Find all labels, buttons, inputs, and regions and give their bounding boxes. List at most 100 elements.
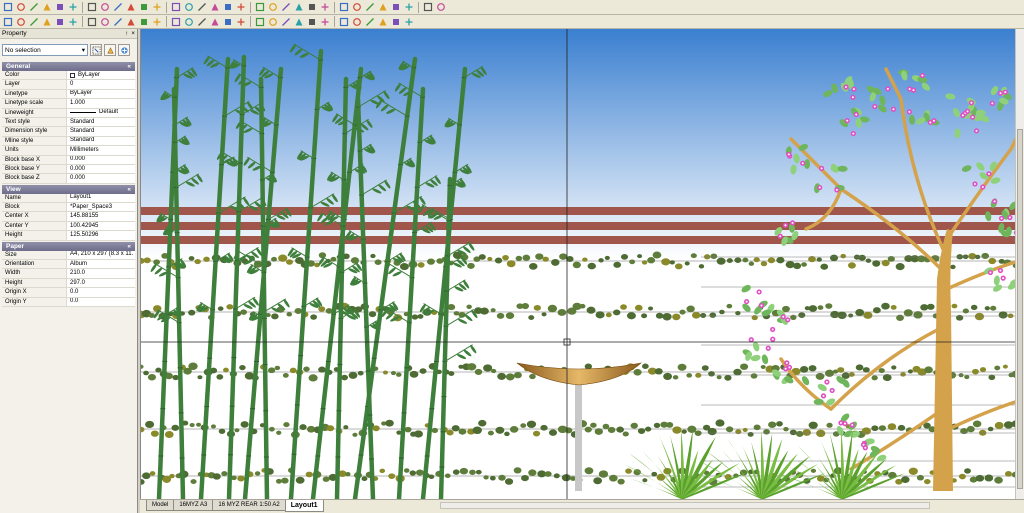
vertical-scroll-thumb[interactable] — [1017, 129, 1023, 489]
quick-select-button[interactable] — [104, 44, 116, 56]
properties-button[interactable] — [267, 1, 279, 13]
property-value[interactable]: 1.000 — [67, 99, 135, 108]
ellipse-button[interactable] — [67, 16, 79, 28]
property-row[interactable]: Origin X 0.0 — [2, 288, 135, 298]
hatch-button[interactable] — [293, 1, 305, 13]
property-row[interactable]: Size A4, 210 x 297 (8.3 x 11. — [2, 250, 135, 261]
layer-button[interactable] — [254, 1, 266, 13]
line-button[interactable] — [2, 16, 14, 28]
undo-button[interactable] — [125, 1, 137, 13]
property-row[interactable]: Mline style Standard — [2, 136, 135, 147]
zoom-extents-button[interactable] — [196, 1, 208, 13]
cut-button[interactable] — [86, 1, 98, 13]
zoom-window-button[interactable] — [183, 1, 195, 13]
point-button[interactable] — [99, 16, 111, 28]
property-value[interactable]: 0.000 — [67, 164, 135, 174]
property-row[interactable]: Orientation Album — [2, 260, 135, 270]
hatch-button[interactable] — [112, 16, 124, 28]
property-value[interactable]: 145.88155 — [67, 212, 135, 221]
drawing-canvas[interactable] — [140, 29, 1024, 499]
dim-aligned-button[interactable] — [280, 16, 292, 28]
property-value[interactable]: Standard — [67, 127, 135, 136]
property-row[interactable]: Block base Y 0.000 — [2, 164, 135, 175]
offset-button[interactable] — [209, 16, 221, 28]
property-value[interactable]: 125.50296 — [67, 231, 135, 240]
property-value[interactable]: Album — [67, 260, 135, 269]
grid-button[interactable] — [319, 16, 331, 28]
collapse-icon[interactable]: « — [127, 243, 131, 250]
add-button[interactable] — [54, 1, 66, 13]
property-value[interactable]: 297.0 — [67, 278, 135, 288]
close-icon[interactable]: × — [131, 30, 135, 37]
rectangle-button[interactable] — [54, 16, 66, 28]
paste-button[interactable] — [112, 1, 124, 13]
snap-button[interactable] — [306, 16, 318, 28]
extend-button[interactable] — [235, 16, 247, 28]
redo-button[interactable] — [138, 1, 150, 13]
save-button[interactable] — [28, 1, 40, 13]
circle-button[interactable] — [41, 16, 53, 28]
property-value[interactable]: 0.0 — [67, 297, 135, 306]
layout-tab[interactable]: Layout1 — [284, 500, 324, 512]
mirror-button[interactable] — [196, 16, 208, 28]
select-objects-button[interactable] — [90, 44, 102, 56]
ortho-button[interactable] — [338, 16, 350, 28]
selection-dropdown[interactable]: No selection ▾ — [2, 44, 88, 56]
pin-icon[interactable]: ↑ — [125, 30, 128, 37]
fillet-button[interactable] — [254, 16, 266, 28]
property-row[interactable]: Block base X 0.000 — [2, 155, 135, 165]
property-value[interactable]: *Paper_Space3 — [67, 203, 135, 212]
property-row[interactable]: Text style Standard — [2, 117, 135, 128]
spline-button[interactable] — [86, 16, 98, 28]
property-row[interactable]: Block *Paper_Space3 — [2, 203, 135, 213]
plot-button[interactable] — [422, 1, 434, 13]
insert-image-button[interactable] — [403, 1, 415, 13]
help-button[interactable] — [435, 1, 447, 13]
property-value[interactable]: 0.0 — [67, 288, 135, 297]
property-value[interactable]: Standard — [67, 117, 135, 127]
horizontal-scrollbar[interactable] — [440, 502, 930, 509]
copy-object-button[interactable] — [151, 16, 163, 28]
zoom-previous-button[interactable] — [209, 1, 221, 13]
property-row[interactable]: Layer 0 — [2, 80, 135, 90]
print-button[interactable] — [41, 1, 53, 13]
property-row[interactable]: Dimension style Standard — [2, 127, 135, 137]
layer-manager-button[interactable] — [280, 1, 292, 13]
text-style-button[interactable] — [319, 1, 331, 13]
pan-button[interactable] — [222, 1, 234, 13]
dim-style-button[interactable] — [338, 1, 350, 13]
zoom-out-button[interactable] — [170, 1, 182, 13]
scale-button[interactable] — [183, 16, 195, 28]
move-button[interactable] — [138, 16, 150, 28]
property-row[interactable]: Height 125.50296 — [2, 231, 135, 241]
property-row[interactable]: Units Millimeters — [2, 146, 135, 156]
layout-tab[interactable]: Model — [146, 500, 175, 511]
section-header-view[interactable]: View « — [2, 184, 135, 194]
property-value[interactable]: 0.000 — [67, 155, 135, 164]
toggle-pickadd-button[interactable] — [118, 44, 130, 56]
osnap-button[interactable] — [364, 16, 376, 28]
color-palette-button[interactable] — [351, 1, 363, 13]
property-row[interactable]: Center Y 100.42945 — [2, 221, 135, 232]
dim-linear-button[interactable] — [267, 16, 279, 28]
dim-radius-button[interactable] — [293, 16, 305, 28]
property-row[interactable]: Block base Z 0.000 — [2, 174, 135, 184]
collapse-icon[interactable]: « — [127, 186, 131, 193]
arc-button[interactable] — [28, 16, 40, 28]
regen-button[interactable] — [235, 1, 247, 13]
property-value[interactable]: Layout1 — [67, 193, 135, 203]
property-value[interactable]: 100.42945 — [67, 221, 135, 231]
open-button[interactable] — [15, 1, 27, 13]
section-header-general[interactable]: General « — [2, 62, 135, 71]
property-value[interactable]: ByLayer — [67, 71, 135, 80]
property-row[interactable]: Name Layout1 — [2, 193, 135, 204]
section-header-paper[interactable]: Paper « — [2, 241, 135, 251]
text-button[interactable] — [390, 1, 402, 13]
property-value[interactable]: 0.000 — [67, 174, 135, 183]
linetype-button[interactable] — [377, 1, 389, 13]
vertical-scrollbar[interactable] — [1015, 29, 1024, 499]
property-value[interactable]: Standard — [67, 136, 135, 146]
property-row[interactable]: Linetype ByLayer — [2, 89, 135, 100]
property-value[interactable]: A4, 210 x 297 (8.3 x 11. — [67, 250, 135, 260]
preview-button[interactable] — [67, 1, 79, 13]
